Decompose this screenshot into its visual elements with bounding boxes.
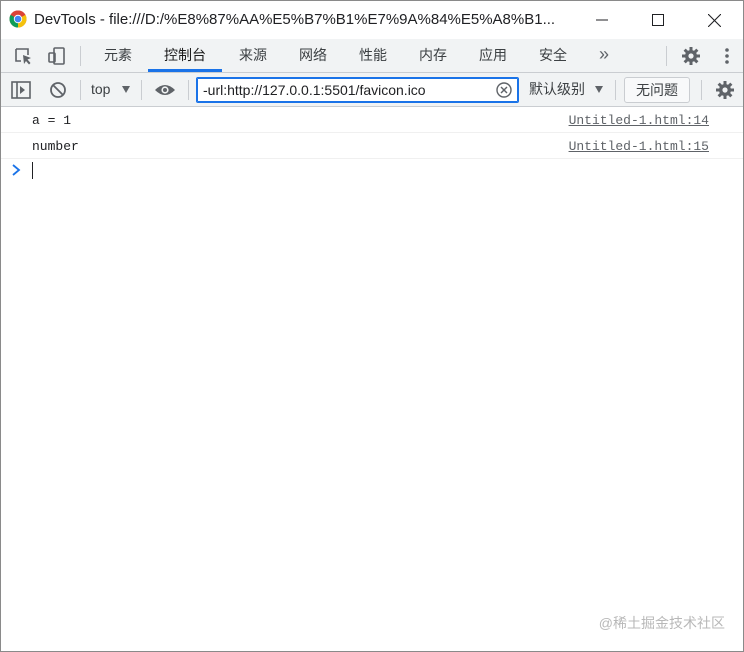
message-text: a = 1 bbox=[32, 113, 72, 128]
toolbar-divider bbox=[80, 80, 81, 100]
tab-sources[interactable]: 来源 bbox=[225, 39, 281, 72]
chevron-down-icon bbox=[122, 86, 130, 93]
javascript-context-select[interactable]: top bbox=[91, 73, 110, 106]
settings-button[interactable] bbox=[677, 39, 705, 72]
message-text: number bbox=[32, 139, 79, 154]
window-title: DevTools - file:///D:/%E8%87%AA%E5%B7%B1… bbox=[34, 11, 556, 28]
devtools-window: DevTools - file:///D:/%E8%87%AA%E5%B7%B1… bbox=[0, 0, 744, 652]
toolbar-divider bbox=[666, 46, 667, 66]
tab-memory[interactable]: 内存 bbox=[405, 39, 461, 72]
maximize-icon bbox=[652, 14, 664, 26]
watermark: @稀土掘金技术社区 bbox=[598, 615, 725, 631]
eye-icon bbox=[155, 84, 175, 95]
console-message: number Untitled-1.html:15 bbox=[1, 134, 743, 159]
chrome-logo-icon bbox=[9, 10, 27, 28]
inspect-cursor-icon bbox=[15, 47, 31, 64]
tab-network[interactable]: 网络 bbox=[285, 39, 341, 72]
more-vertical-icon bbox=[725, 47, 729, 64]
console-output[interactable]: a = 1 Untitled-1.html:14 number Untitled… bbox=[1, 108, 743, 651]
tab-application[interactable]: 应用 bbox=[465, 39, 521, 72]
tab-security[interactable]: 安全 bbox=[525, 39, 581, 72]
toolbar-divider bbox=[188, 80, 189, 100]
customize-menu-button[interactable] bbox=[713, 39, 741, 72]
tab-performance[interactable]: 性能 bbox=[345, 39, 401, 72]
sidebar-toggle-icon bbox=[11, 80, 31, 99]
chevron-down-icon bbox=[595, 86, 603, 93]
device-mode-icon bbox=[48, 46, 65, 65]
toolbar-divider bbox=[141, 80, 142, 100]
gear-icon bbox=[716, 80, 734, 99]
close-button[interactable] bbox=[691, 1, 737, 39]
minimize-icon bbox=[596, 19, 608, 21]
toolbar-divider bbox=[701, 80, 702, 100]
block-icon bbox=[50, 81, 66, 98]
minimize-button[interactable] bbox=[579, 1, 625, 39]
message-source-link[interactable]: Untitled-1.html:15 bbox=[569, 139, 709, 154]
more-tabs-button[interactable]: » bbox=[599, 39, 609, 72]
issues-button[interactable]: 无问题 bbox=[624, 77, 690, 103]
panel-tab-bar: 元素 控制台 来源 网络 性能 内存 应用 安全 » bbox=[1, 39, 743, 73]
live-expression-button[interactable] bbox=[151, 73, 179, 106]
toolbar-divider bbox=[615, 80, 616, 100]
close-icon bbox=[707, 13, 721, 27]
inspect-element-button[interactable] bbox=[9, 39, 37, 72]
tab-elements[interactable]: 元素 bbox=[91, 39, 145, 72]
console-filter-box bbox=[196, 77, 519, 103]
clear-filter-icon[interactable] bbox=[496, 82, 512, 98]
tab-console[interactable]: 控制台 bbox=[148, 39, 222, 72]
title-bar: DevTools - file:///D:/%E8%87%AA%E5%B7%B1… bbox=[1, 1, 743, 39]
message-source-link[interactable]: Untitled-1.html:14 bbox=[569, 113, 709, 128]
log-levels-dropdown[interactable]: 默认级别 bbox=[529, 73, 585, 106]
toolbar-divider bbox=[80, 46, 81, 66]
console-prompt-input[interactable] bbox=[32, 162, 33, 179]
show-sidebar-button[interactable] bbox=[7, 73, 35, 106]
maximize-button[interactable] bbox=[635, 1, 681, 39]
active-tab-indicator bbox=[148, 69, 222, 72]
clear-console-button[interactable] bbox=[44, 73, 72, 106]
gear-icon bbox=[682, 46, 700, 65]
device-toolbar-button[interactable] bbox=[43, 39, 71, 72]
prompt-chevron-icon bbox=[12, 164, 21, 176]
console-message: a = 1 Untitled-1.html:14 bbox=[1, 108, 743, 133]
filter-input[interactable] bbox=[203, 78, 493, 102]
console-toolbar: top 默认级别 无问题 bbox=[1, 73, 743, 107]
console-settings-button[interactable] bbox=[711, 73, 739, 106]
